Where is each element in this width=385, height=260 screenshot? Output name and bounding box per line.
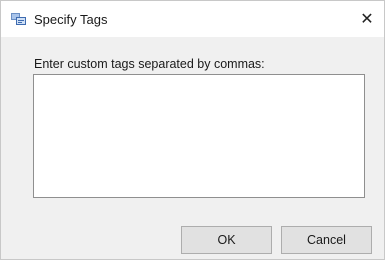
tags-prompt-label: Enter custom tags separated by commas: (34, 57, 265, 71)
close-icon: ✕ (360, 11, 374, 28)
tags-input[interactable] (33, 74, 365, 198)
title-bar[interactable]: Specify Tags ✕ (1, 1, 384, 37)
ok-button[interactable]: OK (181, 226, 272, 254)
close-button[interactable]: ✕ (350, 1, 384, 37)
specify-tags-dialog: Specify Tags ✕ Enter custom tags separat… (0, 0, 385, 260)
cancel-button[interactable]: Cancel (281, 226, 372, 254)
dialog-title: Specify Tags (34, 12, 108, 27)
app-icon (11, 12, 27, 26)
